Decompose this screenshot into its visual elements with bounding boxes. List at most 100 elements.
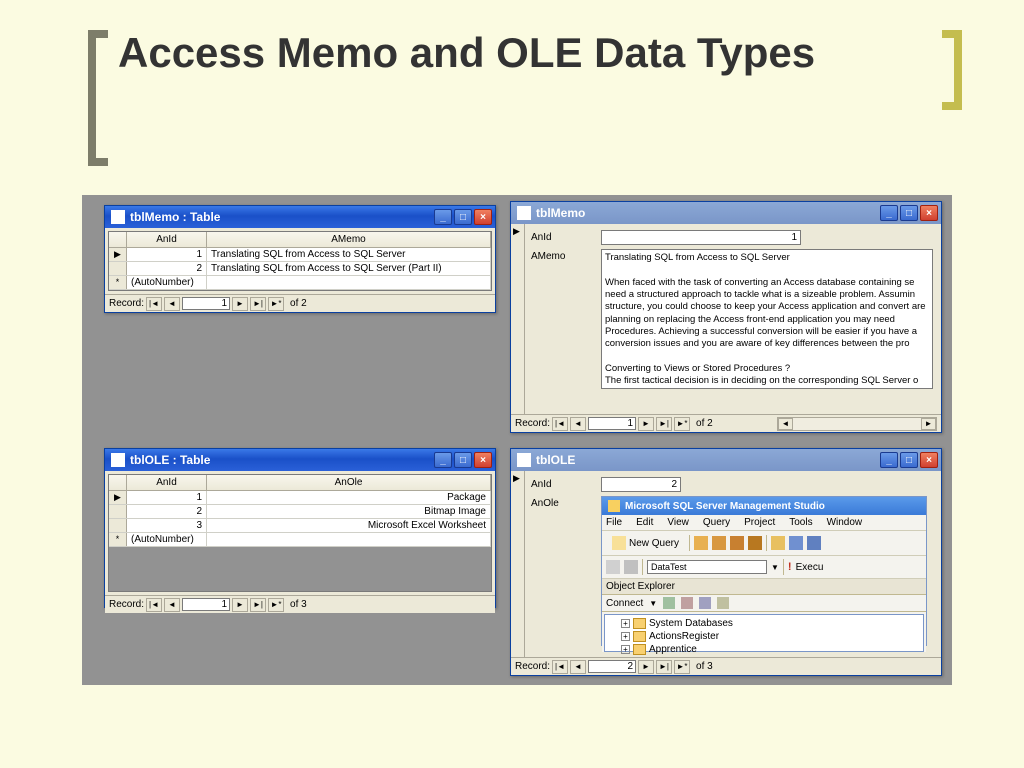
expander-icon[interactable]: + (621, 619, 630, 628)
minimize-button[interactable]: _ (880, 205, 898, 221)
titlebar-tblole-table[interactable]: tblOLE : Table _ □ × (105, 449, 495, 471)
scroll-left-button[interactable]: ◄ (778, 418, 793, 430)
execute-button[interactable]: Execu (796, 562, 824, 573)
nav-prev-button[interactable]: ◄ (570, 660, 586, 674)
tree-node[interactable]: +Apprentice (607, 643, 921, 656)
cell-anid[interactable]: 2 (127, 505, 207, 518)
input-anid[interactable]: 1 (601, 230, 801, 245)
table-row[interactable]: 2 Bitmap Image (109, 505, 491, 519)
datasheet-grid[interactable]: AnId AnOle ▶ 1 Package 2 Bitmap Image 3 … (108, 474, 492, 592)
scroll-track[interactable] (793, 418, 921, 430)
menu-query[interactable]: Query (703, 517, 730, 528)
save-icon[interactable] (789, 536, 803, 550)
nav-last-button[interactable]: ►| (250, 297, 266, 311)
nav-last-button[interactable]: ►| (656, 660, 672, 674)
row-selector-new[interactable]: * (109, 533, 127, 546)
maximize-button[interactable]: □ (900, 452, 918, 468)
minimize-button[interactable]: _ (434, 452, 452, 468)
nav-next-button[interactable]: ► (232, 598, 248, 612)
row-selector-new[interactable]: * (109, 276, 127, 289)
oe-icon[interactable] (663, 597, 675, 609)
table-row[interactable]: ▶ 1 Translating SQL from Access to SQL S… (109, 248, 491, 262)
memo-field[interactable]: Translating SQL from Access to SQL Serve… (601, 249, 933, 389)
minimize-button[interactable]: _ (434, 209, 452, 225)
nav-position-input[interactable] (182, 297, 230, 310)
cell-anid[interactable]: 3 (127, 519, 207, 532)
row-selector[interactable]: ▶ (109, 248, 127, 261)
oe-icon[interactable] (681, 597, 693, 609)
nav-first-button[interactable]: |◄ (552, 660, 568, 674)
database-combo[interactable]: DataTest (647, 560, 767, 574)
toolbar-icon[interactable] (624, 560, 638, 574)
titlebar-tblmemo-table[interactable]: tblMemo : Table _ □ × (105, 206, 495, 228)
nav-first-button[interactable]: |◄ (146, 297, 162, 311)
maximize-button[interactable]: □ (454, 452, 472, 468)
toolbar-icon[interactable] (712, 536, 726, 550)
nav-prev-button[interactable]: ◄ (570, 417, 586, 431)
titlebar-tblole-form[interactable]: tblOLE _ □ × (511, 449, 941, 471)
nav-new-button[interactable]: ►* (268, 297, 284, 311)
menu-project[interactable]: Project (744, 517, 775, 528)
table-row[interactable]: 3 Microsoft Excel Worksheet (109, 519, 491, 533)
filter-icon[interactable] (717, 597, 729, 609)
menu-edit[interactable]: Edit (636, 517, 653, 528)
row-selector[interactable] (109, 262, 127, 275)
close-button[interactable]: × (920, 452, 938, 468)
row-selector-header[interactable] (109, 232, 127, 247)
table-row-new[interactable]: * (AutoNumber) (109, 276, 491, 290)
tree-node[interactable]: +ActionsRegister (607, 630, 921, 643)
titlebar-tblmemo-form[interactable]: tblMemo _ □ × (511, 202, 941, 224)
window-tblole-table[interactable]: tblOLE : Table _ □ × AnId AnOle ▶ 1 Pack… (104, 448, 496, 608)
nav-position-input[interactable] (182, 598, 230, 611)
window-tblole-form[interactable]: tblOLE _ □ × ▶ AnId 2 AnOle Microsoft SQ… (510, 448, 942, 676)
nav-next-button[interactable]: ► (232, 297, 248, 311)
record-selector[interactable]: ▶ (511, 224, 525, 414)
column-header-amemo[interactable]: AMemo (207, 232, 491, 247)
nav-position-input[interactable] (588, 660, 636, 673)
oe-tree[interactable]: +System Databases +ActionsRegister +Appr… (604, 614, 924, 652)
cell-anid[interactable]: 2 (127, 262, 207, 275)
column-header-anid[interactable]: AnId (127, 232, 207, 247)
toolbar-icon[interactable] (730, 536, 744, 550)
nav-prev-button[interactable]: ◄ (164, 598, 180, 612)
menu-tools[interactable]: Tools (789, 517, 812, 528)
expander-icon[interactable]: + (621, 632, 630, 641)
maximize-button[interactable]: □ (454, 209, 472, 225)
cell-anole[interactable]: Package (207, 491, 491, 504)
cell-empty[interactable] (207, 276, 491, 289)
row-selector[interactable] (109, 505, 127, 518)
toolbar-icon[interactable] (694, 536, 708, 550)
open-icon[interactable] (771, 536, 785, 550)
window-tblmemo-form[interactable]: tblMemo _ □ × ▶ AnId 1 AMemo Translating… (510, 201, 942, 433)
nav-last-button[interactable]: ►| (656, 417, 672, 431)
cell-anid[interactable]: 1 (127, 491, 207, 504)
oe-icon[interactable] (699, 597, 711, 609)
nav-first-button[interactable]: |◄ (552, 417, 568, 431)
toolbar-icon[interactable] (606, 560, 620, 574)
cell-anid[interactable]: 1 (127, 248, 207, 261)
nav-new-button[interactable]: ►* (268, 598, 284, 612)
table-row[interactable]: ▶ 1 Package (109, 491, 491, 505)
nav-next-button[interactable]: ► (638, 660, 654, 674)
new-query-button[interactable]: New Query (606, 534, 685, 552)
ssms-menubar[interactable]: File Edit View Query Project Tools Windo… (602, 515, 926, 531)
save-all-icon[interactable] (807, 536, 821, 550)
column-header-anid[interactable]: AnId (127, 475, 207, 490)
nav-first-button[interactable]: |◄ (146, 598, 162, 612)
ole-ssms-object[interactable]: Microsoft SQL Server Management Studio F… (601, 496, 927, 646)
connect-button[interactable]: Connect (606, 598, 643, 609)
menu-file[interactable]: File (606, 517, 622, 528)
table-row[interactable]: 2 Translating SQL from Access to SQL Ser… (109, 262, 491, 276)
close-button[interactable]: × (474, 209, 492, 225)
window-tblmemo-table[interactable]: tblMemo : Table _ □ × AnId AMemo ▶ 1 Tra… (104, 205, 496, 313)
row-selector[interactable] (109, 519, 127, 532)
menu-window[interactable]: Window (827, 517, 863, 528)
cell-empty[interactable] (207, 533, 491, 546)
nav-next-button[interactable]: ► (638, 417, 654, 431)
cell-anole[interactable]: Bitmap Image (207, 505, 491, 518)
tree-node[interactable]: +System Databases (607, 617, 921, 630)
nav-new-button[interactable]: ►* (674, 660, 690, 674)
nav-new-button[interactable]: ►* (674, 417, 690, 431)
maximize-button[interactable]: □ (900, 205, 918, 221)
datasheet-grid[interactable]: AnId AMemo ▶ 1 Translating SQL from Acce… (108, 231, 492, 291)
